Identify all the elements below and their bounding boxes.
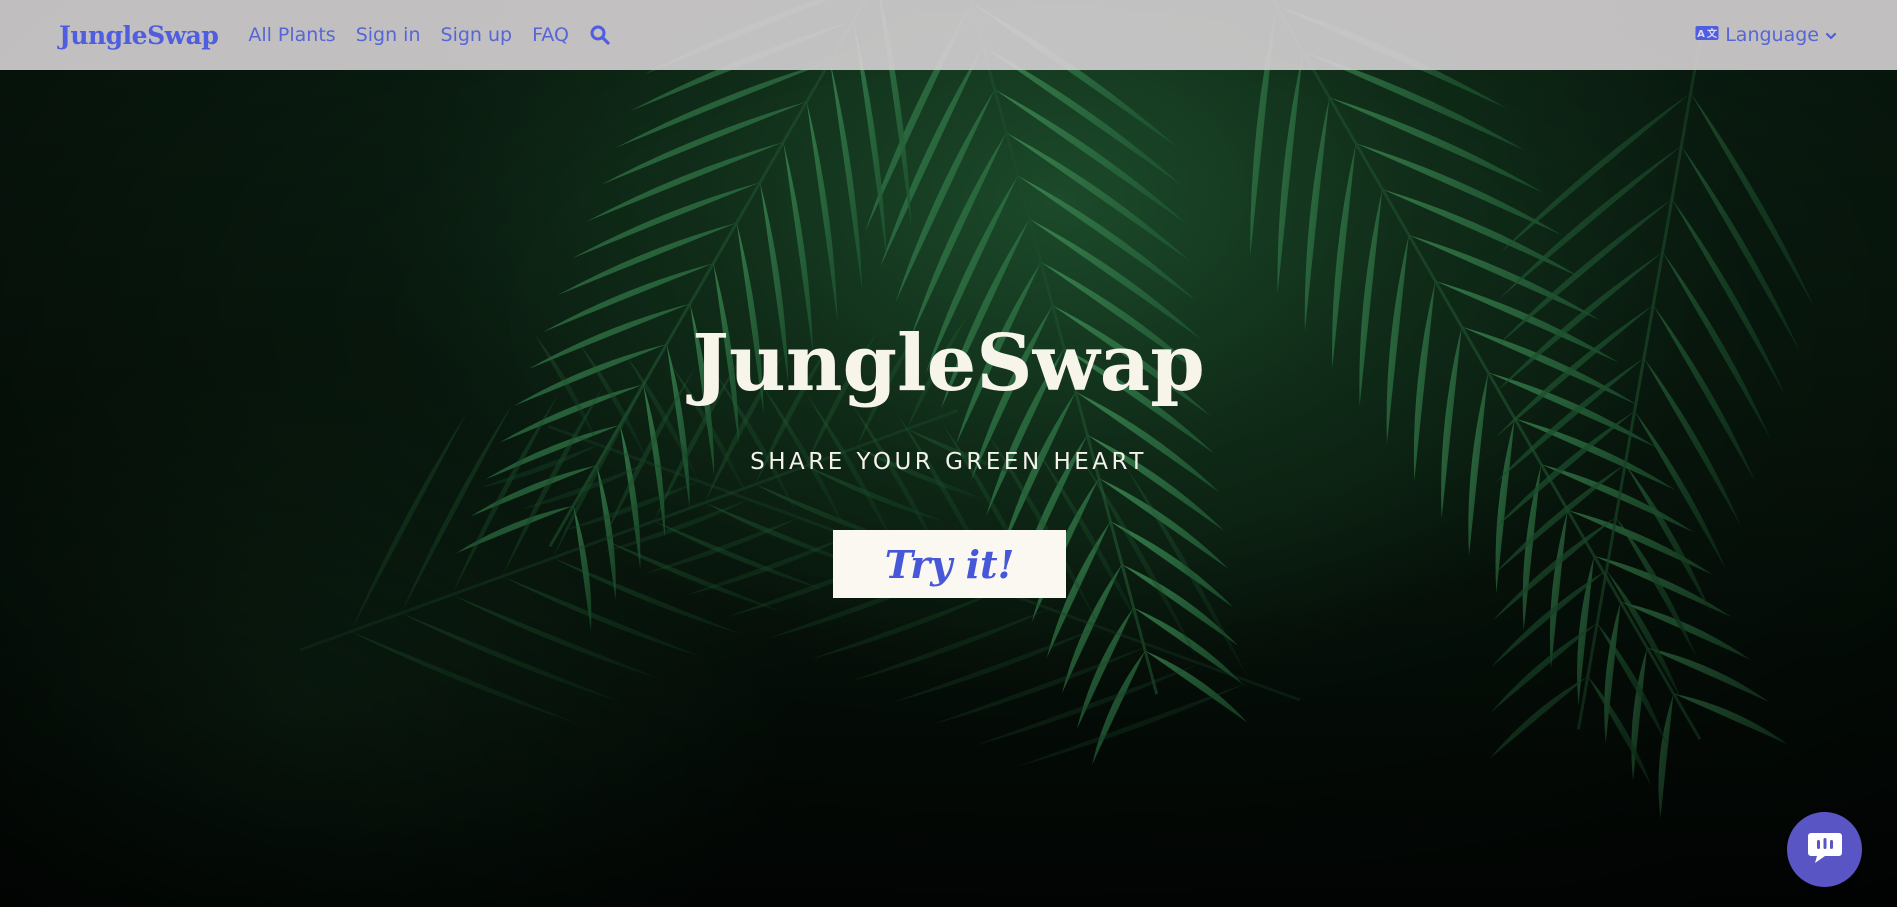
chat-bubble-icon — [1805, 827, 1845, 872]
translate-icon: A 文 — [1695, 24, 1719, 46]
nav-link-all-plants[interactable]: All Plants — [248, 24, 335, 46]
search-icon[interactable] — [589, 24, 611, 46]
language-label: Language — [1725, 24, 1819, 46]
top-navbar: JungleSwap All Plants Sign in Sign up FA… — [0, 0, 1897, 70]
nav-link-sign-up[interactable]: Sign up — [441, 24, 513, 46]
nav-link-faq[interactable]: FAQ — [532, 24, 569, 46]
language-dropdown[interactable]: A 文 Language — [1695, 24, 1837, 46]
hero-title: JungleSwap — [692, 318, 1205, 409]
nav-link-sign-in[interactable]: Sign in — [356, 24, 421, 46]
svg-text:文: 文 — [1707, 27, 1718, 40]
chat-launcher-button[interactable] — [1787, 812, 1862, 887]
svg-text:A: A — [1697, 29, 1705, 40]
chevron-down-icon — [1825, 24, 1837, 46]
brand-logo-link[interactable]: JungleSwap — [59, 21, 219, 50]
try-it-button[interactable]: Try it! — [833, 530, 1066, 598]
hero-subtitle: SHARE YOUR GREEN HEART — [750, 449, 1147, 475]
